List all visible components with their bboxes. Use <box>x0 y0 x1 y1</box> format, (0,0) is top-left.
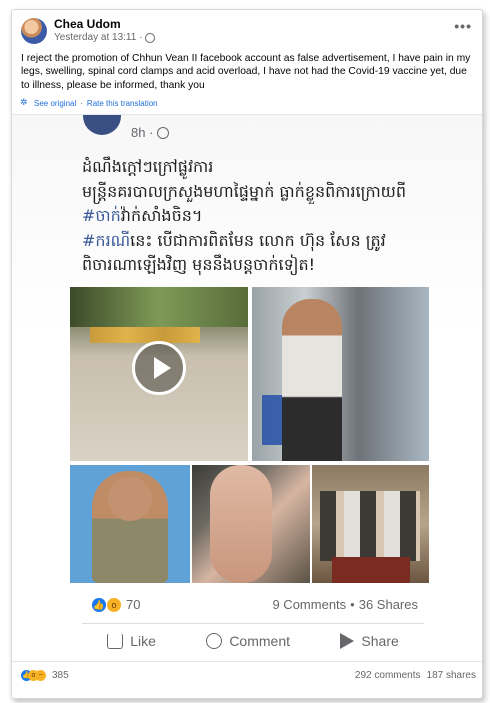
wow-reaction-icon: o <box>107 597 121 612</box>
more-icon[interactable]: ••• <box>454 18 472 34</box>
shared-text-line: ដំណឹងក្តៅៗក្រៅផ្លូវការ <box>82 157 214 176</box>
shared-author-avatar <box>83 115 121 135</box>
translation-bar: ✲ See original · Rate this translation <box>20 98 158 109</box>
photo-swollen-leg[interactable] <box>192 465 310 583</box>
post-reactions[interactable]: 👍 o ~ 385 <box>21 670 69 681</box>
post-comments-count[interactable]: 292 comments <box>355 670 421 681</box>
shared-text-line: #ករណីនេះ បើជាការពិតមែន លោក ហ៊ុន សែន ត្រូ… <box>82 230 386 250</box>
like-icon <box>107 633 124 649</box>
photo-officer-portrait[interactable] <box>70 465 190 583</box>
shared-text-line: ពិចារណាឡើងវិញ មុននឹងបន្តចាក់ទៀត! <box>82 255 316 274</box>
post-time[interactable]: Yesterday at 13:11 · <box>54 32 142 43</box>
hashtag: #ចាក់ <box>82 206 121 225</box>
globe-icon <box>145 32 156 43</box>
shared-post-meta: 8h · <box>131 125 170 140</box>
shared-counts: 9 Comments • 36 Shares <box>272 597 418 612</box>
shared-action-bar: Like Comment Share <box>82 633 424 649</box>
globe-icon <box>157 126 170 139</box>
shared-post-text: ដំណឹងក្តៅៗក្រៅផ្លូវការ មន្ត្រីនគរបាលក្រស… <box>82 155 432 278</box>
comment-button[interactable]: Comment <box>206 633 290 649</box>
shared-post-screenshot: 8h · ដំណឹងក្តៅៗក្រៅផ្លូវការ មន្ត្រីនគរបា… <box>12 114 482 660</box>
comment-icon <box>206 633 223 649</box>
see-original-link[interactable]: See original <box>34 99 76 108</box>
shared-shares-count[interactable]: 36 Shares <box>359 597 418 612</box>
like-reaction-icon: 👍 <box>92 597 106 612</box>
divider <box>82 623 424 624</box>
shared-post-time: 8h · <box>131 125 154 140</box>
post-card: Chea Udom Yesterday at 13:11 · ••• I rej… <box>11 9 483 699</box>
post-shares-count[interactable]: 187 shares <box>427 670 476 681</box>
play-icon[interactable] <box>132 341 186 395</box>
photo-group-gathering[interactable] <box>312 465 429 583</box>
author-avatar[interactable] <box>21 18 47 44</box>
translation-separator: · <box>80 99 83 108</box>
shared-reaction-count: 70 <box>126 597 141 612</box>
shared-comments-count[interactable]: 9 Comments <box>272 597 346 612</box>
post-reaction-count: 385 <box>52 670 69 681</box>
post-meta: Yesterday at 13:11 · <box>54 32 156 43</box>
like-button[interactable]: Like <box>107 633 156 649</box>
shared-text-line: #ចាក់វ៉ាក់សាំងចិន។ <box>82 206 203 225</box>
photo-man-with-crutch[interactable] <box>252 287 429 461</box>
post-text: I reject the promotion of Chhun Vean II … <box>21 53 471 91</box>
share-icon <box>340 633 355 649</box>
share-button[interactable]: Share <box>340 633 399 649</box>
post-counts: 292 comments 187 shares <box>355 670 476 681</box>
author-name[interactable]: Chea Udom <box>54 17 121 31</box>
shared-reactions[interactable]: 👍 o 70 <box>92 597 140 612</box>
hashtag: #ករណី <box>82 230 131 250</box>
settings-icon[interactable]: ✲ <box>20 98 29 107</box>
sad-reaction-icon: ~ <box>35 670 46 681</box>
shared-text-line: មន្ត្រីនគរបាលក្រសួងមហាផ្ទៃម្នាក់ ធ្លាក់ខ… <box>82 181 407 201</box>
video-thumbnail[interactable] <box>70 287 248 461</box>
divider <box>12 661 482 662</box>
rate-translation-link[interactable]: Rate this translation <box>87 99 158 108</box>
